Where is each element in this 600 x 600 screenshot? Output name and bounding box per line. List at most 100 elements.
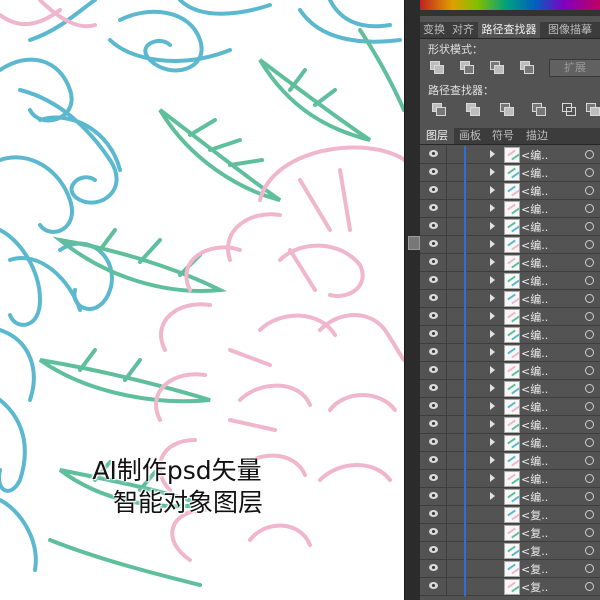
target-circle-icon[interactable] [585,510,594,519]
expand-triangle-icon[interactable] [490,204,495,212]
eye-icon[interactable] [429,510,438,517]
target-circle-icon[interactable] [585,492,594,501]
eye-icon[interactable] [429,582,438,589]
expand-triangle-icon[interactable] [490,474,495,482]
artboard-canvas[interactable]: AI制作psd矢量 智能对象图层 [0,0,404,600]
target-circle-icon[interactable] [585,312,594,321]
eye-icon[interactable] [429,330,438,337]
eye-icon[interactable] [429,276,438,283]
expand-triangle-icon[interactable] [490,186,495,194]
layer-row[interactable]: <编.. [420,254,600,272]
target-circle-icon[interactable] [585,222,594,231]
target-circle-icon[interactable] [585,150,594,159]
expand-triangle-icon[interactable] [490,384,495,392]
eye-icon[interactable] [429,348,438,355]
target-circle-icon[interactable] [585,366,594,375]
layer-row[interactable]: <编.. [420,308,600,326]
eye-icon[interactable] [429,492,438,499]
crop-icon[interactable] [532,103,546,116]
expand-triangle-icon[interactable] [490,402,495,410]
eye-icon[interactable] [429,402,438,409]
tab-artboards[interactable]: 画板 [454,128,486,144]
eye-icon[interactable] [429,294,438,301]
expand-triangle-icon[interactable] [490,222,495,230]
target-circle-icon[interactable] [585,402,594,411]
tab-symbols[interactable]: 符号 [486,128,520,144]
expand-triangle-icon[interactable] [490,492,495,500]
eye-icon[interactable] [429,186,438,193]
layer-row[interactable]: <编.. [420,182,600,200]
layer-row[interactable]: <编.. [420,416,600,434]
layer-row[interactable]: <编.. [420,470,600,488]
eye-icon[interactable] [429,204,438,211]
layer-row[interactable]: <编.. [420,272,600,290]
expand-triangle-icon[interactable] [490,348,495,356]
target-circle-icon[interactable] [585,438,594,447]
target-circle-icon[interactable] [585,384,594,393]
expand-triangle-icon[interactable] [490,294,495,302]
tab-align[interactable]: 对齐 [448,22,478,38]
layer-row[interactable]: <复.. [420,524,600,542]
layer-row[interactable]: <复.. [420,560,600,578]
expand-triangle-icon[interactable] [490,456,495,464]
exclude-icon[interactable] [520,61,534,74]
tab-transform[interactable]: 变换 [420,22,448,38]
layer-row[interactable]: <编.. [420,200,600,218]
expand-triangle-icon[interactable] [490,420,495,428]
target-circle-icon[interactable] [585,348,594,357]
eye-icon[interactable] [429,528,438,535]
expand-triangle-icon[interactable] [490,168,495,176]
layer-row[interactable]: <编.. [420,290,600,308]
color-spectrum-strip[interactable] [420,0,600,16]
target-circle-icon[interactable] [585,456,594,465]
layer-row[interactable]: <编.. [420,146,600,164]
eye-icon[interactable] [429,366,438,373]
target-circle-icon[interactable] [585,294,594,303]
divide-icon[interactable] [432,103,446,116]
unite-icon[interactable] [430,61,444,74]
expand-triangle-icon[interactable] [490,330,495,338]
splitter-grip-handle[interactable] [408,236,420,250]
eye-icon[interactable] [429,150,438,157]
panel-splitter[interactable] [404,0,421,600]
layer-row[interactable]: <编.. [420,326,600,344]
tab-layers[interactable]: 图层 [420,128,454,144]
eye-icon[interactable] [429,546,438,553]
eye-icon[interactable] [429,564,438,571]
eye-icon[interactable] [429,258,438,265]
eye-icon[interactable] [429,312,438,319]
target-circle-icon[interactable] [585,564,594,573]
layer-row[interactable]: <编.. [420,452,600,470]
layer-row[interactable]: <复.. [420,578,600,596]
eye-icon[interactable] [429,420,438,427]
layer-row[interactable]: <复.. [420,506,600,524]
eye-icon[interactable] [429,438,438,445]
expand-triangle-icon[interactable] [490,312,495,320]
minus-back-icon[interactable] [586,103,600,116]
eye-icon[interactable] [429,456,438,463]
target-circle-icon[interactable] [585,276,594,285]
layer-row[interactable]: <编.. [420,344,600,362]
merge-icon[interactable] [500,103,514,116]
target-circle-icon[interactable] [585,186,594,195]
target-circle-icon[interactable] [585,204,594,213]
layer-row[interactable]: <编.. [420,488,600,506]
target-circle-icon[interactable] [585,420,594,429]
eye-icon[interactable] [429,240,438,247]
target-circle-icon[interactable] [585,582,594,591]
target-circle-icon[interactable] [585,330,594,339]
target-circle-icon[interactable] [585,546,594,555]
expand-triangle-icon[interactable] [490,150,495,158]
layer-row[interactable]: <编.. [420,164,600,182]
layer-row[interactable]: <编.. [420,236,600,254]
target-circle-icon[interactable] [585,240,594,249]
layer-row[interactable]: <编.. [420,398,600,416]
trim-icon[interactable] [466,103,480,116]
intersect-icon[interactable] [490,61,504,74]
eye-icon[interactable] [429,222,438,229]
tab-stroke[interactable]: 描边 [520,128,554,144]
outline-icon[interactable] [562,103,576,116]
tab-pathfinder[interactable]: 路径查找器 [478,22,540,38]
target-circle-icon[interactable] [585,474,594,483]
expand-button[interactable]: 扩展 [549,59,600,77]
